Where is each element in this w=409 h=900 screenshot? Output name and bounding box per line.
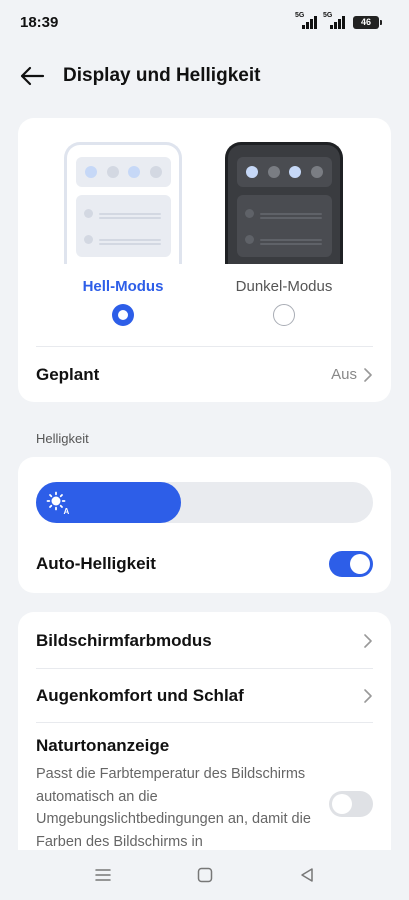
menu-button[interactable] [92,864,114,886]
signal-icon: 5G [295,12,317,29]
page-title: Display und Helligkeit [63,65,261,86]
eye-comfort-row[interactable]: Augenkomfort und Schlaf [18,669,391,723]
display-settings-card: Bildschirmfarbmodus Augenkomfort und Sch… [18,612,391,872]
back-button[interactable] [18,62,46,90]
menu-icon [94,869,111,881]
auto-brightness-row: Auto-Helligkeit [18,543,391,585]
navigation-bar [0,850,409,900]
color-mode-label: Bildschirmfarbmodus [36,630,212,650]
light-mode-option[interactable]: Hell-Modus [63,142,183,326]
light-mode-label: Hell-Modus [82,278,164,295]
auto-brightness-label: Auto-Helligkeit [36,554,156,573]
color-mode-row[interactable]: Bildschirmfarbmodus [18,612,391,669]
battery-icon: 46 [353,15,382,29]
scheduled-value: Aus [331,366,357,383]
chevron-right-icon [364,367,372,382]
status-time: 18:39 [20,13,59,31]
brightness-section-label: Helligkeit [36,431,89,446]
scheduled-row[interactable]: Geplant Aus [18,347,391,402]
divider [36,722,373,723]
scheduled-label: Geplant [36,364,100,384]
status-bar: 18:39 5G 5G 46 [0,0,409,44]
home-button[interactable] [194,864,216,886]
theme-card: Hell-Modus Dunkel-Modus Geplant Aus [18,118,391,402]
svg-text:A: A [64,507,70,515]
light-mode-preview [64,142,182,264]
dark-mode-label: Dunkel-Modus [235,278,333,295]
dark-mode-option[interactable]: Dunkel-Modus [224,142,344,326]
triangle-back-icon [300,868,313,882]
natural-tone-toggle[interactable] [329,791,373,817]
brightness-card: A Auto-Helligkeit [18,457,391,593]
app-header: Display und Helligkeit [0,55,409,97]
arrow-left-icon [20,66,45,86]
auto-brightness-toggle[interactable] [329,551,373,577]
dark-mode-radio[interactable] [273,304,295,326]
eye-comfort-label: Augenkomfort und Schlaf [36,686,244,705]
brightness-slider[interactable]: A [36,482,373,523]
light-mode-radio[interactable] [112,304,134,326]
status-icons: 5G 5G 46 [295,12,382,29]
square-icon [197,867,212,883]
natural-tone-block: Naturtonanzeige Passt die Farbtemperatur… [36,736,316,853]
natural-tone-label: Naturtonanzeige [36,736,170,755]
chevron-right-icon [364,633,372,648]
natural-tone-description: Passt die Farbtemperatur des Bildschirms… [36,766,311,850]
chevron-right-icon [364,689,372,703]
auto-brightness-sun-icon: A [46,491,70,515]
signal-icon: 5G [323,12,345,29]
dark-mode-preview [225,142,343,264]
battery-level: 46 [360,17,371,27]
back-nav-button[interactable] [296,864,318,886]
